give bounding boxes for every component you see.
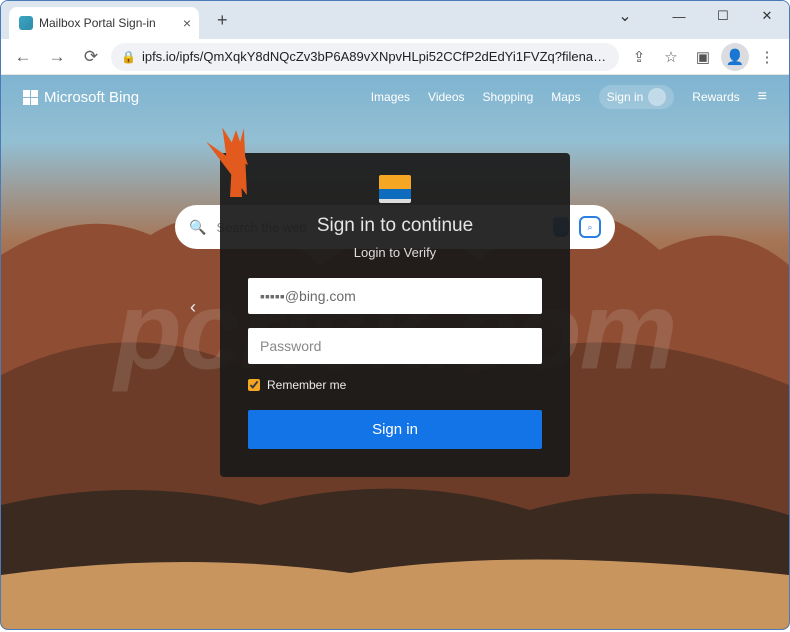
nav-videos[interactable]: Videos <box>428 90 464 104</box>
nav-shopping[interactable]: Shopping <box>483 90 534 104</box>
bing-nav: Images Videos Shopping Maps <box>371 90 581 104</box>
tab-favicon <box>19 16 33 30</box>
bookmark-icon[interactable]: ☆ <box>657 43 685 71</box>
bing-brand-text: Microsoft Bing <box>44 89 139 106</box>
minimize-button[interactable]: — <box>657 1 701 31</box>
tab-close-icon[interactable]: × <box>183 15 191 31</box>
sign-in-label: Sign in <box>607 90 644 104</box>
camera-icon[interactable]: ⌕ <box>579 216 601 238</box>
nav-images[interactable]: Images <box>371 90 410 104</box>
addressbar-row: ← → ⟳ 🔒 ipfs.io/ipfs/QmXqkY8dNQcZv3bP6A8… <box>1 39 789 75</box>
reload-button[interactable]: ⟳ <box>77 43 105 71</box>
browser-window: Mailbox Portal Sign-in × + ⌄ — ☐ ✕ ← → ⟳… <box>0 0 790 630</box>
tab-title: Mailbox Portal Sign-in <box>39 16 156 30</box>
remember-me[interactable]: Remember me <box>248 378 542 392</box>
page-viewport: pcrisk.com Microsoft Bing Images Videos … <box>1 75 789 630</box>
email-field[interactable]: ▪▪▪▪▪@bing.com <box>248 278 542 314</box>
maximize-button[interactable]: ☐ <box>701 1 745 31</box>
url-text: ipfs.io/ipfs/QmXqkY8dNQcZv3bP6A89vXNpvHL… <box>142 49 609 64</box>
search-icon: 🔍 <box>189 219 206 236</box>
back-button[interactable]: ← <box>9 43 37 71</box>
profile-avatar[interactable]: 👤 <box>721 43 749 71</box>
bing-header: Microsoft Bing Images Videos Shopping Ma… <box>1 85 789 109</box>
browser-tab[interactable]: Mailbox Portal Sign-in × <box>9 7 199 39</box>
share-icon[interactable]: ⇪ <box>625 43 653 71</box>
signin-button[interactable]: Sign in <box>248 410 542 449</box>
bing-sign-in[interactable]: Sign in <box>599 85 675 109</box>
new-tab-button[interactable]: + <box>209 6 236 35</box>
chevron-down-icon[interactable]: ⌄ <box>603 1 647 31</box>
modal-heading: Sign in to continue <box>248 215 542 237</box>
carousel-prev-icon[interactable]: ‹ <box>190 297 196 318</box>
titlebar: Mailbox Portal Sign-in × + ⌄ — ☐ ✕ <box>1 1 789 39</box>
lock-icon: 🔒 <box>121 50 136 64</box>
bing-logo[interactable]: Microsoft Bing <box>23 89 139 106</box>
remember-label: Remember me <box>267 378 346 392</box>
bing-tile-icon <box>379 175 411 203</box>
close-button[interactable]: ✕ <box>745 1 789 31</box>
kebab-menu-icon[interactable]: ⋮ <box>753 43 781 71</box>
modal-subheading: Login to Verify <box>248 245 542 260</box>
microsoft-icon <box>23 90 38 105</box>
window-controls: ⌄ — ☐ ✕ <box>603 1 789 31</box>
remember-checkbox[interactable] <box>248 379 260 391</box>
avatar-icon <box>648 88 666 106</box>
rewards-link[interactable]: Rewards <box>692 90 739 104</box>
password-field[interactable] <box>248 328 542 364</box>
forward-button[interactable]: → <box>43 43 71 71</box>
annotation-arrow-icon <box>196 125 276 205</box>
addressbar[interactable]: 🔒 ipfs.io/ipfs/QmXqkY8dNQcZv3bP6A89vXNpv… <box>111 43 619 71</box>
nav-maps[interactable]: Maps <box>551 90 580 104</box>
extensions-icon[interactable]: ▣ <box>689 43 717 71</box>
hamburger-icon[interactable]: ≡ <box>758 88 767 106</box>
